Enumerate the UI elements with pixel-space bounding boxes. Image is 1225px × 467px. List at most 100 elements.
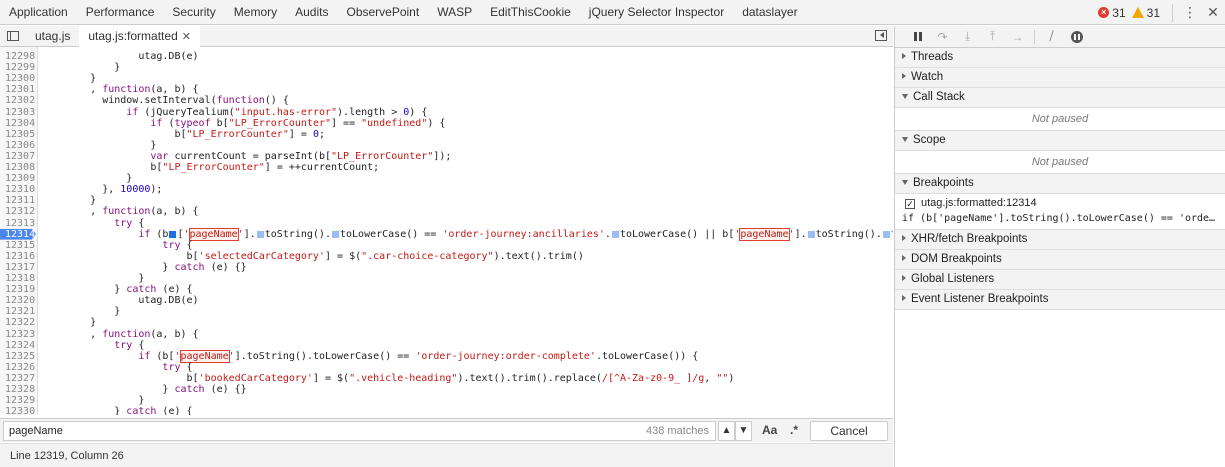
more-options-icon[interactable]: ⋮ — [1179, 0, 1201, 25]
deactivate-breakpoints-icon[interactable]: ⧸ — [1039, 26, 1064, 48]
code-text: , function(a, b) { — [42, 84, 199, 96]
line-number[interactable]: 12312 — [0, 206, 36, 217]
breakpoint-line-number[interactable]: 12314 — [0, 228, 36, 240]
line-number[interactable]: 12302 — [0, 95, 36, 106]
pause-circle — [1070, 30, 1083, 43]
close-icon[interactable]: ✕ — [1201, 0, 1225, 25]
line-number[interactable]: 12307 — [0, 151, 36, 162]
error-count: 31 — [1112, 5, 1126, 20]
editor-tab-utag-js[interactable]: utag.js — [26, 26, 79, 47]
line-number[interactable]: 12319 — [0, 284, 36, 295]
line-number[interactable]: 12305 — [0, 129, 36, 140]
tab-jquery-selector-inspector[interactable]: jQuery Selector Inspector — [580, 0, 733, 25]
code-text: b['selectedCarCategory'] = $(".car-choic… — [42, 250, 584, 262]
line-number[interactable]: 12316 — [0, 251, 36, 262]
line-number[interactable]: 12298 — [0, 51, 36, 62]
tab-memory[interactable]: Memory — [225, 0, 286, 25]
code-text: utag.DB(e) — [138, 51, 199, 62]
breakpoint-checkbox[interactable]: ✓ — [905, 199, 915, 209]
tab-security[interactable]: Security — [163, 0, 224, 25]
debugger-toolbar: ↷ ⤓ ⤒ → ⧸ — [895, 26, 1225, 48]
threads-section-header[interactable]: Threads — [895, 48, 1225, 68]
line-number[interactable]: 12327 — [0, 373, 36, 384]
code-line: 12304 if (typeof b["LP_ErrorCounter"] ==… — [0, 118, 893, 129]
code-editor[interactable]: 12298 utag.DB(e) 12299 } 12300 } 12301 , fu… — [0, 47, 893, 415]
toggle-debugger-icon[interactable] — [875, 30, 887, 41]
breakpoints-section-header[interactable]: Breakpoints — [895, 174, 1225, 194]
code-text: }, 10000); — [42, 184, 163, 196]
search-input[interactable] — [9, 425, 569, 437]
line-number[interactable]: 12324 — [0, 340, 36, 351]
toggle-navigator-button[interactable] — [0, 26, 26, 47]
event-listener-breakpoints-section-header[interactable]: Event Listener Breakpoints — [895, 290, 1225, 310]
line-number[interactable]: 12301 — [0, 84, 36, 95]
code-text: } — [42, 173, 133, 185]
code-text: } — [42, 273, 145, 284]
code-text: try { — [114, 217, 145, 229]
code-text: try { — [162, 239, 193, 251]
line-number[interactable]: 12317 — [0, 262, 36, 273]
tab-dataslayer[interactable]: dataslayer — [733, 0, 806, 25]
code-line: 12319 } catch (e) { — [0, 284, 893, 295]
line-number[interactable]: 12313 — [0, 218, 36, 229]
line-number[interactable]: 12309 — [0, 173, 36, 184]
close-tab-icon[interactable]: ✕ — [182, 31, 191, 43]
previous-match-button[interactable]: ▲ — [718, 421, 735, 441]
tab-application[interactable]: Application — [0, 0, 77, 25]
tab-observepoint[interactable]: ObservePoint — [337, 0, 428, 25]
tab-editthiscookie[interactable]: EditThisCookie — [481, 0, 580, 25]
cancel-button[interactable]: Cancel — [810, 421, 888, 441]
line-number[interactable]: 12311 — [0, 195, 36, 206]
code-line: 12299 } — [0, 62, 893, 73]
line-number[interactable]: 12322 — [0, 317, 36, 328]
collapse-icon — [902, 94, 908, 99]
line-number[interactable]: 12299 — [0, 62, 36, 73]
tab-wasp[interactable]: WASP — [428, 0, 481, 25]
line-number[interactable]: 12304 — [0, 118, 36, 129]
scope-section-header[interactable]: Scope — [895, 131, 1225, 151]
tab-performance[interactable]: Performance — [77, 0, 164, 25]
line-number[interactable]: 12325 — [0, 351, 36, 362]
error-count-badge[interactable]: × 31 — [1098, 5, 1126, 20]
step-icon[interactable]: → — [1005, 26, 1030, 48]
line-number[interactable]: 12326 — [0, 362, 36, 373]
divider — [1172, 3, 1173, 22]
line-number[interactable]: 12306 — [0, 140, 36, 151]
line-number[interactable]: 12320 — [0, 295, 36, 306]
line-number[interactable]: 12318 — [0, 273, 36, 284]
regex-button[interactable]: .* — [790, 423, 798, 437]
line-number[interactable]: 12323 — [0, 329, 36, 340]
line-number[interactable]: 12310 — [0, 184, 36, 195]
code-line: 12321 } — [0, 306, 893, 317]
line-number[interactable]: 12303 — [0, 107, 36, 118]
watch-section-header[interactable]: Watch — [895, 68, 1225, 88]
line-number[interactable]: 12328 — [0, 384, 36, 395]
match-case-button[interactable]: Aa — [762, 423, 777, 437]
editor-tab-label: utag.js — [35, 28, 71, 43]
call-stack-section-header[interactable]: Call Stack — [895, 88, 1225, 108]
line-number[interactable]: 12315 — [0, 240, 36, 251]
step-out-icon[interactable]: ⤒ — [980, 26, 1005, 48]
xhr-breakpoints-section-header[interactable]: XHR/fetch Breakpoints — [895, 230, 1225, 250]
dom-breakpoints-section-header[interactable]: DOM Breakpoints — [895, 250, 1225, 270]
line-number[interactable]: 12329 — [0, 395, 36, 406]
step-over-icon[interactable]: ↷ — [930, 26, 955, 48]
code-line: 12302 window.setInterval(function() { — [0, 95, 893, 106]
breakpoint-entry[interactable]: ✓ utag.js:formatted:12314 if (b['pageNam… — [895, 194, 1225, 230]
code-text: } catch (e) { — [42, 406, 193, 415]
code-text: } — [42, 395, 145, 407]
pause-on-exceptions-icon[interactable] — [1064, 26, 1089, 48]
editor-tab-utag-js-formatted[interactable]: utag.js:formatted ✕ — [79, 25, 200, 47]
pause-icon[interactable] — [905, 26, 930, 48]
next-match-button[interactable]: ▼ — [735, 421, 752, 441]
code-text: window.setInterval(function() { — [42, 95, 289, 107]
line-number[interactable]: 12330 — [0, 406, 36, 415]
breakpoint-location: utag.js:formatted:12314 — [921, 197, 1037, 209]
step-into-icon[interactable]: ⤓ — [955, 26, 980, 48]
global-listeners-section-header[interactable]: Global Listeners — [895, 270, 1225, 290]
line-number[interactable]: 12321 — [0, 306, 36, 317]
line-number[interactable]: 12300 — [0, 73, 36, 84]
warning-count-badge[interactable]: 31 — [1131, 6, 1160, 20]
line-number[interactable]: 12308 — [0, 162, 36, 173]
tab-audits[interactable]: Audits — [286, 0, 337, 25]
